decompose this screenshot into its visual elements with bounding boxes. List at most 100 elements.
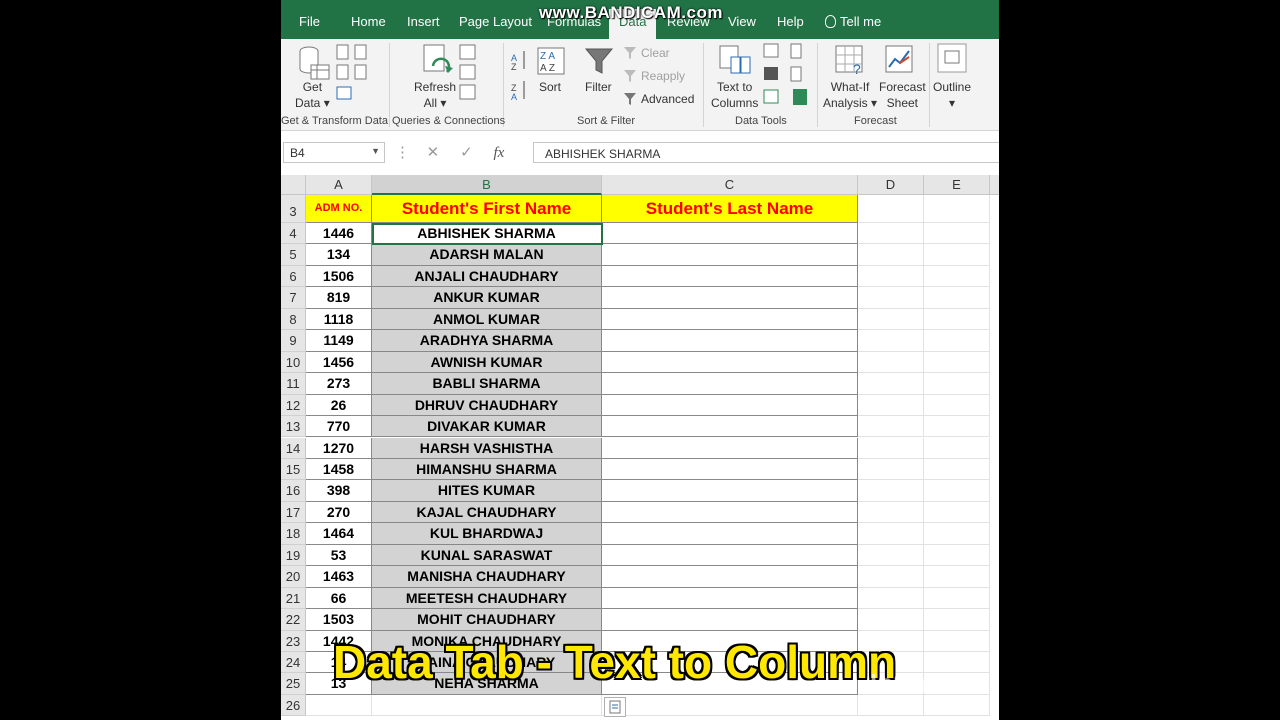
row-header[interactable]: 10: [281, 351, 306, 374]
cell[interactable]: [858, 244, 924, 266]
row-header[interactable]: 18: [281, 523, 306, 545]
cell[interactable]: [858, 501, 924, 524]
row-header[interactable]: 15: [281, 458, 306, 481]
cell-last-name[interactable]: [602, 308, 858, 331]
cell[interactable]: [924, 566, 990, 588]
cell[interactable]: [858, 416, 924, 438]
enter-icon[interactable]: ✓: [460, 144, 473, 161]
cell-adm-no[interactable]: 398: [306, 480, 372, 502]
row-header[interactable]: 21: [281, 587, 306, 610]
cell-first-name[interactable]: ANMOL KUMAR: [372, 308, 602, 331]
cell[interactable]: [924, 330, 990, 352]
row-header[interactable]: 26: [281, 694, 306, 717]
fx-icon[interactable]: fx: [494, 145, 505, 161]
get-data-button[interactable]: Get Data ▾: [295, 79, 330, 111]
cell-adm-no[interactable]: 53: [306, 544, 372, 567]
cell-adm-no[interactable]: 819: [306, 287, 372, 309]
row-header[interactable]: 14: [281, 437, 306, 459]
row-header[interactable]: 20: [281, 566, 306, 588]
cell-first-name[interactable]: ARADHYA SHARMA: [372, 330, 602, 352]
cell-first-name[interactable]: HITES KUMAR: [372, 480, 602, 502]
cell[interactable]: [858, 351, 924, 374]
cell-adm-no[interactable]: 26: [306, 394, 372, 417]
cell-last-name[interactable]: [602, 330, 858, 352]
cell[interactable]: [858, 287, 924, 309]
row-header[interactable]: 4: [281, 223, 306, 245]
row-header[interactable]: 25: [281, 673, 306, 695]
cell-first-name[interactable]: BABLI SHARMA: [372, 373, 602, 395]
cell-last-name[interactable]: [602, 609, 858, 631]
cell-adm-no[interactable]: 1458: [306, 458, 372, 481]
tab-insert[interactable]: Insert: [407, 14, 440, 29]
cell[interactable]: [858, 330, 924, 352]
reapply-button[interactable]: Reapply: [641, 69, 685, 83]
column-header-f[interactable]: [990, 175, 999, 195]
cell[interactable]: [858, 195, 924, 223]
row-header[interactable]: 7: [281, 287, 306, 309]
row-header[interactable]: 22: [281, 609, 306, 631]
cell-adm-no[interactable]: 270: [306, 501, 372, 524]
cell-adm-no[interactable]: 1456: [306, 351, 372, 374]
formula-input[interactable]: ABHISHEK SHARMA: [533, 142, 999, 163]
cell-adm-no[interactable]: 1149: [306, 330, 372, 352]
header-adm-no[interactable]: ADM NO.: [306, 195, 372, 223]
cell[interactable]: [858, 523, 924, 545]
cell-first-name[interactable]: KAJAL CHAUDHARY: [372, 501, 602, 524]
cell[interactable]: [924, 223, 990, 245]
cell[interactable]: [924, 416, 990, 438]
cell[interactable]: [924, 308, 990, 331]
cell-first-name[interactable]: ANJALI CHAUDHARY: [372, 265, 602, 288]
cell-first-name[interactable]: KUNAL SARASWAT: [372, 544, 602, 567]
cell-adm-no[interactable]: 1270: [306, 437, 372, 459]
cell-last-name[interactable]: [602, 694, 858, 717]
header-first-name[interactable]: Student's First Name: [372, 195, 602, 223]
cell-adm-no[interactable]: 66: [306, 587, 372, 610]
row-header[interactable]: 13: [281, 416, 306, 438]
row-header[interactable]: 24: [281, 652, 306, 674]
cell[interactable]: [924, 287, 990, 309]
tab-home[interactable]: Home: [351, 14, 386, 29]
row-header[interactable]: 8: [281, 308, 306, 331]
cell[interactable]: [858, 308, 924, 331]
cell[interactable]: [924, 523, 990, 545]
cell[interactable]: [858, 437, 924, 459]
chevron-down-icon[interactable]: ▼: [371, 146, 380, 156]
cell-last-name[interactable]: [602, 351, 858, 374]
row-header[interactable]: 19: [281, 544, 306, 567]
row-header[interactable]: 23: [281, 630, 306, 652]
cell-last-name[interactable]: [602, 223, 858, 245]
cell-adm-no[interactable]: 134: [306, 244, 372, 266]
cell-first-name[interactable]: DHRUV CHAUDHARY: [372, 394, 602, 417]
cell-last-name[interactable]: [602, 544, 858, 567]
cell-last-name[interactable]: [602, 437, 858, 459]
cell-last-name[interactable]: [602, 394, 858, 417]
cell[interactable]: [924, 630, 990, 652]
column-header-e[interactable]: E: [924, 175, 990, 195]
cell-last-name[interactable]: [602, 373, 858, 395]
cell-first-name[interactable]: MANISHA CHAUDHARY: [372, 566, 602, 588]
cell[interactable]: [924, 351, 990, 374]
cell-last-name[interactable]: [602, 501, 858, 524]
forecast-sheet-button[interactable]: Forecast Sheet: [879, 79, 926, 111]
cell-first-name[interactable]: HARSH VASHISTHA: [372, 437, 602, 459]
filter-button[interactable]: Filter: [585, 79, 612, 95]
cell[interactable]: [858, 223, 924, 245]
sort-az-icon[interactable]: A Z Z A: [511, 49, 529, 101]
cell-last-name[interactable]: [602, 458, 858, 481]
column-header-c[interactable]: C: [602, 175, 858, 195]
name-box[interactable]: B4 ▼: [283, 142, 385, 163]
cell-last-name[interactable]: [602, 587, 858, 610]
cell-last-name[interactable]: [602, 287, 858, 309]
column-header-a[interactable]: A: [306, 175, 372, 195]
cell[interactable]: [924, 458, 990, 481]
tab-file[interactable]: File: [299, 14, 320, 29]
quick-analysis-icon[interactable]: [604, 697, 626, 717]
cell-adm-no[interactable]: 1503: [306, 609, 372, 631]
row-header[interactable]: 12: [281, 394, 306, 417]
cell-adm-no[interactable]: 273: [306, 373, 372, 395]
cell-first-name[interactable]: MEETESH CHAUDHARY: [372, 587, 602, 610]
cell[interactable]: [924, 609, 990, 631]
cell[interactable]: [924, 501, 990, 524]
cell[interactable]: [924, 373, 990, 395]
cell[interactable]: [858, 265, 924, 288]
